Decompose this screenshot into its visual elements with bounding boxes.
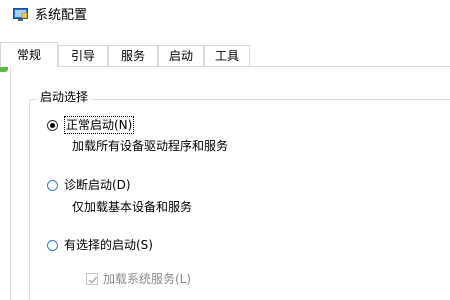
selective-startup-option[interactable]: 有选择的启动(S) [47, 237, 153, 253]
tab-startup[interactable]: 启动 [158, 45, 204, 66]
startup-selection-title: 启动选择 [37, 89, 92, 105]
tab-general[interactable]: 常规 [0, 42, 58, 67]
window-title: 系统配置 [35, 8, 88, 23]
selective-startup-radio[interactable] [47, 239, 58, 251]
selective-startup-label[interactable]: 有选择的启动(S) [64, 237, 153, 253]
load-system-services-label: 加载系统服务(L) [103, 272, 192, 286]
system-config-icon [13, 8, 28, 22]
titlebar: 系统配置 [0, 0, 450, 32]
diagnostic-startup-option[interactable]: 诊断启动(D) [47, 177, 131, 193]
diagnostic-startup-description: 仅加载基本设备和服务 [72, 200, 193, 214]
checkmark-icon [88, 276, 98, 284]
tab-boot[interactable]: 引导 [58, 45, 108, 66]
normal-startup-description: 加载所有设备驱动程序和服务 [72, 139, 229, 153]
diagnostic-startup-label[interactable]: 诊断启动(D) [64, 177, 131, 193]
normal-startup-option[interactable]: 正常启动(N) [47, 116, 135, 134]
normal-startup-radio[interactable] [47, 119, 58, 131]
tab-services[interactable]: 服务 [108, 45, 158, 66]
tab-tools[interactable]: 工具 [204, 45, 250, 66]
diagnostic-startup-radio[interactable] [47, 179, 58, 191]
load-system-services-checkbox [86, 273, 98, 285]
normal-startup-label[interactable]: 正常启动(N) [64, 116, 135, 134]
system-config-window: 系统配置 常规 引导 服务 启动 工具 启动选择 正常启动(N) 加载所有设备驱… [0, 0, 450, 300]
load-system-services-option: 加载系统服务(L) [86, 271, 191, 287]
